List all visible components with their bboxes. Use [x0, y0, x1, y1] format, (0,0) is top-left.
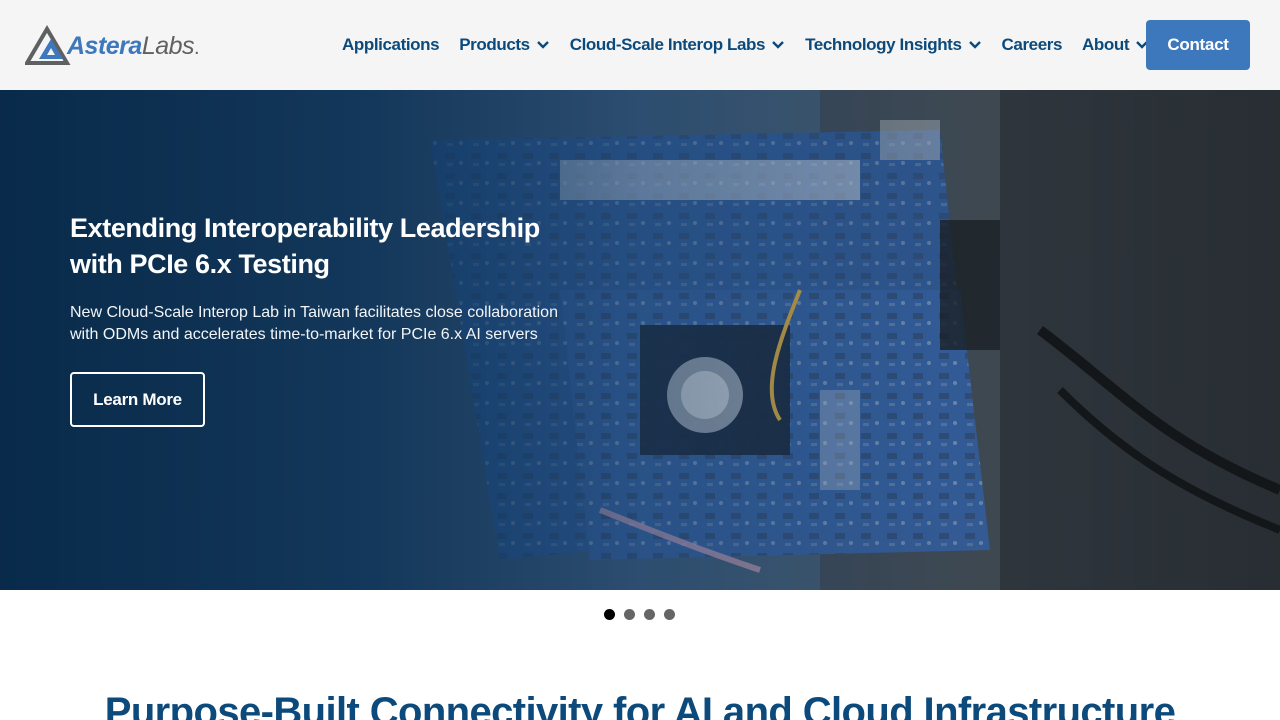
learn-more-button[interactable]: Learn More: [70, 372, 205, 427]
logo-text-astera: Astera: [67, 31, 142, 60]
logo-wordmark: AsteraLabs.: [67, 31, 200, 61]
hero-title: Extending Interoperability Leadership wi…: [70, 213, 540, 279]
nav-cloud-scale-interop-labs[interactable]: Cloud-Scale Interop Labs: [570, 35, 785, 55]
nav-careers[interactable]: Careers: [1002, 35, 1063, 55]
main-nav: Applications Products Cloud-Scale Intero…: [342, 30, 1149, 60]
carousel-dot-3[interactable]: [644, 609, 655, 620]
contact-button[interactable]: Contact: [1146, 20, 1250, 70]
nav-careers-label: Careers: [1001, 35, 1063, 54]
logo-text-dot: .: [194, 36, 200, 59]
nav-about[interactable]: About: [1082, 35, 1149, 55]
carousel-dot-2[interactable]: [624, 609, 635, 620]
nav-applications-label: Applications: [342, 35, 440, 54]
hero-subtitle: New Cloud-Scale Interop Lab in Taiwan fa…: [70, 304, 558, 343]
carousel-pagination: [604, 609, 684, 620]
site-header: AsteraLabs. Applications Products Cloud-…: [0, 0, 1280, 90]
chevron-down-icon: [536, 41, 549, 49]
logo-mark-icon: [25, 25, 71, 65]
carousel-dot-1[interactable]: [604, 609, 615, 620]
nav-technology-insights-label: Technology Insights: [805, 35, 962, 54]
nav-cloud-scale-interop-labs-label: Cloud-Scale Interop Labs: [569, 35, 766, 54]
nav-products[interactable]: Products: [459, 35, 549, 55]
nav-products-label: Products: [459, 35, 530, 54]
nav-applications[interactable]: Applications: [342, 35, 440, 55]
chevron-down-icon: [968, 41, 981, 49]
nav-about-label: About: [1082, 35, 1130, 54]
carousel-dot-4[interactable]: [664, 609, 675, 620]
section-title: Purpose-Built Connectivity for AI and Cl…: [104, 690, 1176, 720]
astera-labs-logo[interactable]: AsteraLabs.: [25, 24, 200, 66]
chevron-down-icon: [772, 41, 784, 49]
logo-text-labs: Labs: [141, 31, 195, 60]
nav-technology-insights[interactable]: Technology Insights: [805, 35, 981, 55]
hero-carousel: Extending Interoperability Leadership wi…: [0, 90, 1280, 590]
